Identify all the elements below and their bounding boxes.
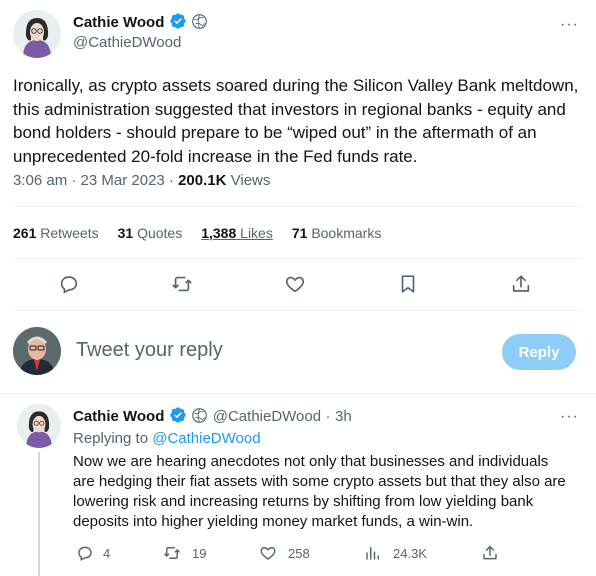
retweets-label: Retweets <box>40 225 99 241</box>
author-avatar-icon <box>13 10 61 58</box>
divider <box>13 258 583 259</box>
views-count: 200.1K <box>178 172 227 189</box>
author-avatar[interactable] <box>13 10 61 58</box>
quotes-count: 31 <box>117 225 134 241</box>
thread-age[interactable]: 3h <box>335 408 352 425</box>
more-icon[interactable]: ··· <box>560 16 579 34</box>
reply-icon[interactable] <box>58 273 80 295</box>
quotes-label: Quotes <box>137 225 183 241</box>
author-handle[interactable]: @CathieDWood <box>73 34 181 51</box>
tweet-text: Ironically, as crypto assets soared duri… <box>13 76 579 166</box>
views-icon[interactable] <box>364 544 382 562</box>
share-icon[interactable] <box>510 273 532 295</box>
tweet-stats: 261 Retweets 31 Quotes 1,388 Likes 71 Bo… <box>13 225 381 241</box>
thread-author-avatar-icon <box>17 404 61 448</box>
views-label: Views <box>226 172 271 189</box>
bookmark-icon[interactable] <box>397 273 419 295</box>
replying-prefix: Replying to <box>73 430 153 447</box>
thread-connector <box>38 452 40 576</box>
thread-tweet-text: Now we are hearing anecdotes not only th… <box>73 453 566 530</box>
likes-stat[interactable]: 1,388 Likes <box>201 225 273 241</box>
retweet-icon[interactable] <box>171 273 193 295</box>
tweet-meta: 3:06 am · 23 Mar 2023 · 200.1K Views <box>13 172 270 189</box>
thread-separator: · <box>325 408 331 425</box>
retweets-stat[interactable]: 261 Retweets <box>13 225 99 241</box>
author-name[interactable]: Cathie Wood <box>73 14 164 31</box>
like-icon[interactable] <box>259 544 277 562</box>
retweet-icon[interactable] <box>163 544 181 562</box>
like-count: 258 <box>288 546 310 561</box>
author-line: Cathie Wood <box>73 12 208 32</box>
divider <box>13 206 583 207</box>
verified-badge-icon <box>169 12 187 30</box>
thread-author-handle[interactable]: @CathieDWood <box>213 408 321 425</box>
thread-author-line: Cathie Wood @CathieDWood · 3h <box>73 406 352 426</box>
tweet-time[interactable]: 3:06 am · 23 Mar 2023 · <box>13 172 178 189</box>
replying-to-link[interactable]: @CathieDWood <box>152 430 260 447</box>
like-icon[interactable] <box>284 273 306 295</box>
divider <box>0 393 596 394</box>
globe-badge-icon <box>191 407 208 424</box>
quotes-stat[interactable]: 31 Quotes <box>118 225 183 241</box>
reply-icon[interactable] <box>76 544 94 562</box>
reply-input[interactable]: Tweet your reply <box>76 339 223 362</box>
user-avatar[interactable] <box>13 327 61 375</box>
replying-to: Replying to @CathieDWood <box>73 430 261 447</box>
bookmarks-count: 71 <box>291 225 308 241</box>
globe-badge-icon <box>191 13 208 30</box>
divider <box>13 310 583 311</box>
thread-author-avatar[interactable] <box>17 404 61 448</box>
retweet-count: 19 <box>192 546 207 561</box>
bookmarks-label: Bookmarks <box>311 225 382 241</box>
likes-label: Likes <box>240 225 273 241</box>
views-count: 24.3K <box>393 546 427 561</box>
reply-count: 4 <box>103 546 111 561</box>
user-avatar-icon <box>13 327 61 375</box>
more-icon[interactable]: ··· <box>560 408 579 426</box>
retweets-count: 261 <box>13 225 37 241</box>
share-icon[interactable] <box>481 544 499 562</box>
reply-button[interactable]: Reply <box>502 334 576 370</box>
thread-author-name[interactable]: Cathie Wood <box>73 408 164 425</box>
likes-count: 1,388 <box>201 225 237 241</box>
verified-badge-icon <box>169 406 187 424</box>
bookmarks-stat[interactable]: 71 Bookmarks <box>292 225 382 241</box>
